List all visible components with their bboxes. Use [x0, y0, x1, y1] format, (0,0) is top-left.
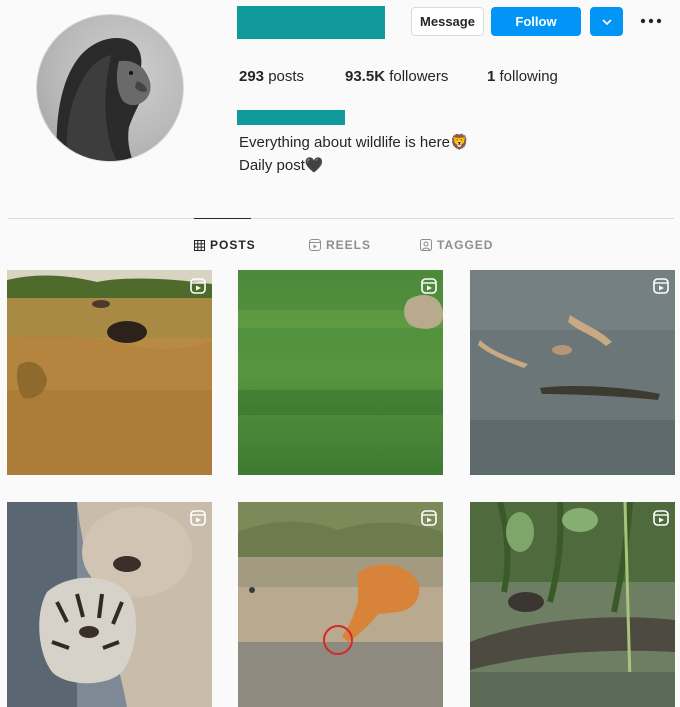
post-tile[interactable] [470, 270, 675, 475]
suggested-dropdown-button[interactable] [590, 7, 623, 36]
following-count[interactable]: 1 following [487, 68, 558, 85]
post-thumbnail [238, 502, 443, 707]
grid-icon [194, 239, 205, 251]
lion-portrait-image [56, 37, 151, 161]
post-thumbnail [470, 270, 675, 475]
post-thumbnail [7, 502, 212, 707]
followers-count-label: followers [389, 68, 449, 85]
follow-button[interactable]: Follow [491, 7, 581, 36]
tab-posts[interactable]: POSTS [194, 238, 256, 252]
tab-posts-label: POSTS [210, 238, 256, 252]
followers-count[interactable]: 93.5K followers [345, 68, 448, 85]
post-tile[interactable] [7, 502, 212, 707]
followers-count-value: 93.5K [345, 68, 386, 85]
reel-badge-icon [421, 510, 437, 526]
post-tile[interactable] [238, 502, 443, 707]
reel-badge-icon [653, 510, 669, 526]
posts-count-value: 293 [239, 68, 265, 85]
reel-badge-icon [421, 278, 437, 294]
chevron-down-icon [602, 19, 612, 26]
tabs-divider [8, 218, 674, 219]
tagged-icon [420, 239, 432, 251]
following-count-label: following [499, 68, 558, 85]
following-count-value: 1 [487, 68, 496, 85]
message-button[interactable]: Message [411, 7, 484, 36]
post-thumbnail [470, 502, 675, 707]
tab-reels-label: REELS [326, 238, 372, 252]
tab-tagged-label: TAGGED [437, 238, 494, 252]
reels-icon [309, 239, 321, 251]
bio-line-2: Daily post🖤 [239, 157, 324, 174]
post-thumbnail [238, 270, 443, 475]
username-redacted [237, 6, 385, 39]
more-options-icon[interactable] [640, 18, 662, 24]
reel-badge-icon [190, 510, 206, 526]
posts-count-label: posts [268, 68, 305, 85]
active-tab-indicator [194, 218, 251, 219]
tab-reels[interactable]: REELS [309, 238, 371, 252]
tab-tagged[interactable]: TAGGED [420, 238, 493, 252]
post-tile[interactable] [470, 502, 675, 707]
post-tile[interactable] [238, 270, 443, 475]
post-thumbnail [7, 270, 212, 475]
post-tile[interactable] [7, 270, 212, 475]
posts-count: 293 posts [239, 68, 304, 85]
full-name-redacted [237, 110, 345, 125]
profile-avatar[interactable] [36, 14, 184, 162]
reel-badge-icon [190, 278, 206, 294]
bio-line-1: Everything about wildlife is here🦁 [239, 134, 469, 151]
reel-badge-icon [653, 278, 669, 294]
